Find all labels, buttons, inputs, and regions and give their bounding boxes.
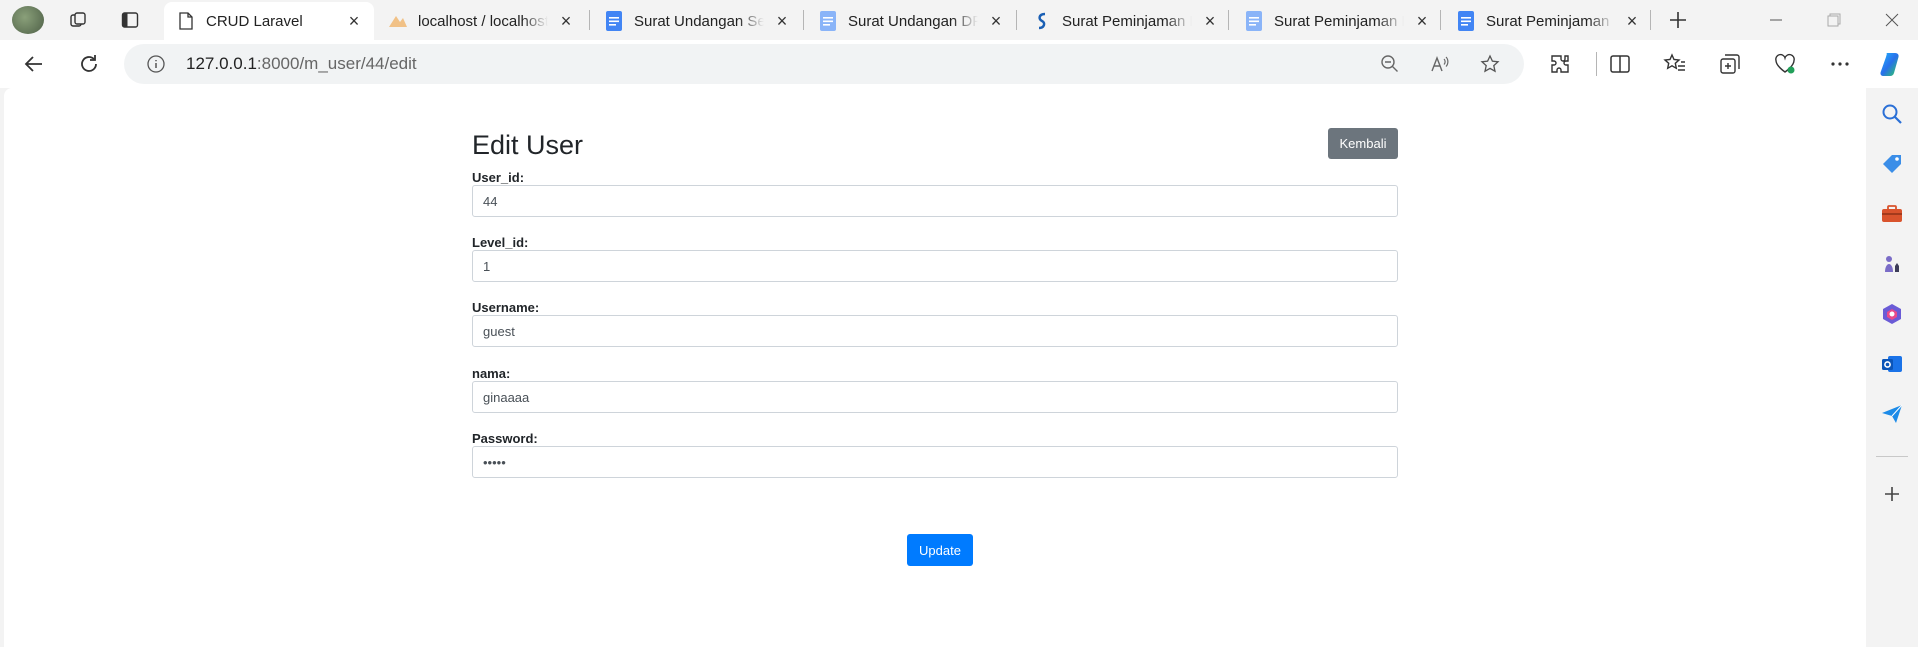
read-aloud-icon[interactable] [1430,54,1450,74]
tab-peminjaman-3[interactable]: Surat Peminjaman Barang × [1444,2,1652,40]
tab-title: Surat Peminjaman Barang [1062,12,1192,30]
username-value: guest [483,323,515,339]
back-arrow-icon[interactable] [22,52,46,76]
kembali-button[interactable]: Kembali [1328,128,1398,159]
level-id-value: 1 [483,258,491,274]
close-icon[interactable]: × [558,12,574,30]
docs-icon [1456,11,1476,31]
workspaces-icon[interactable] [68,10,88,30]
url-host: 127.0.0.1 [186,54,257,73]
tab-crud-laravel[interactable]: CRUD Laravel × [164,2,374,40]
password-input[interactable]: ••••• [472,446,1398,478]
minimize-icon[interactable] [1766,10,1786,30]
search-icon[interactable] [1880,102,1904,126]
url-text[interactable]: 127.0.0.1:8000/m_user/44/edit [186,54,417,74]
address-bar[interactable]: 127.0.0.1:8000/m_user/44/edit [124,44,1524,84]
tab-separator [803,10,804,30]
username-label: Username: [472,300,540,315]
tab-peminjaman-1[interactable]: Surat Peminjaman Barang × [1020,2,1230,40]
profile-avatar[interactable] [12,6,44,34]
page-title: Edit User [472,130,584,160]
tab-separator [1016,10,1017,30]
more-options-icon[interactable] [1828,52,1852,76]
tab-docs-2[interactable]: Surat Undangan DPR × [806,2,1016,40]
tab-title: Surat Peminjaman Barang [1486,12,1614,30]
tab-strip: CRUD Laravel × localhost / localhost × S… [0,0,1918,40]
close-icon[interactable]: × [988,12,1004,30]
sidebar-separator [1876,456,1908,457]
toolbar-separator [1596,52,1597,76]
nama-label: nama: [472,366,511,381]
info-icon[interactable] [146,54,166,74]
nama-input[interactable]: ginaaaa [472,381,1398,413]
tab-peminjaman-2[interactable]: Surat Peminjaman Barang × [1232,2,1442,40]
close-icon[interactable]: × [1624,12,1640,30]
tag-icon[interactable] [1880,152,1904,176]
favorite-star-icon[interactable] [1480,54,1500,74]
new-tab-icon[interactable] [1666,8,1690,32]
page-icon [176,11,196,31]
tab-separator [1650,10,1651,30]
tab-title: CRUD Laravel [206,12,303,30]
tab-separator [1440,10,1441,30]
nama-value: ginaaaa [483,389,530,405]
m365-icon[interactable] [1880,302,1904,326]
outlook-icon[interactable] [1880,352,1904,376]
level-id-input[interactable]: 1 [472,250,1398,282]
user-id-label: User_id: [472,170,525,185]
browser-toolbar: 127.0.0.1:8000/m_user/44/edit [0,40,1918,88]
tab-separator [589,10,590,30]
vertical-tabs-icon[interactable] [120,10,140,30]
tab-title: Surat Undangan DPR [848,12,978,30]
window-close-icon[interactable] [1882,10,1902,30]
browser-essentials-icon[interactable] [1773,52,1797,76]
user-id-value: 44 [483,193,498,209]
close-icon[interactable]: × [774,12,790,30]
edge-sidebar [1866,88,1918,647]
zoom-out-icon[interactable] [1380,54,1400,74]
restore-icon[interactable] [1824,10,1844,30]
url-path: :8000/m_user/44/edit [256,54,417,73]
password-value: ••••• [483,454,506,470]
docs-icon [1244,11,1264,31]
chess-icon[interactable] [1880,252,1904,276]
tab-title: localhost / localhost [418,12,548,30]
close-icon[interactable]: × [1202,12,1218,30]
phpmyadmin-icon [388,11,408,31]
tab-separator [1228,10,1229,30]
collections-icon[interactable] [1718,52,1742,76]
split-screen-icon[interactable] [1608,52,1632,76]
username-input[interactable]: guest [472,315,1398,347]
close-icon[interactable]: × [1414,12,1430,30]
tab-phpmyadmin[interactable]: localhost / localhost × [376,2,586,40]
favorites-icon[interactable] [1663,52,1687,76]
password-label: Password: [472,431,538,446]
tab-title: Surat Undangan Seminar [634,12,764,30]
docs-icon [818,11,838,31]
page-viewport: Edit User Kembali User_id: 44 Level_id: … [4,88,1866,647]
update-button[interactable]: Update [907,534,973,566]
tab-docs-1[interactable]: Surat Undangan Seminar × [592,2,802,40]
user-id-input[interactable]: 44 [472,185,1398,217]
extensions-icon[interactable] [1548,52,1572,76]
add-icon[interactable] [1880,482,1904,506]
docs-icon [604,11,624,31]
send-icon[interactable] [1880,402,1904,426]
copilot-icon[interactable] [1878,50,1906,78]
refresh-icon[interactable] [77,52,101,76]
blue-s-icon [1032,11,1052,31]
close-icon[interactable]: × [346,12,362,30]
tab-title: Surat Peminjaman Barang [1274,12,1404,30]
toolbox-icon[interactable] [1880,202,1904,226]
level-id-label: Level_id: [472,235,529,250]
